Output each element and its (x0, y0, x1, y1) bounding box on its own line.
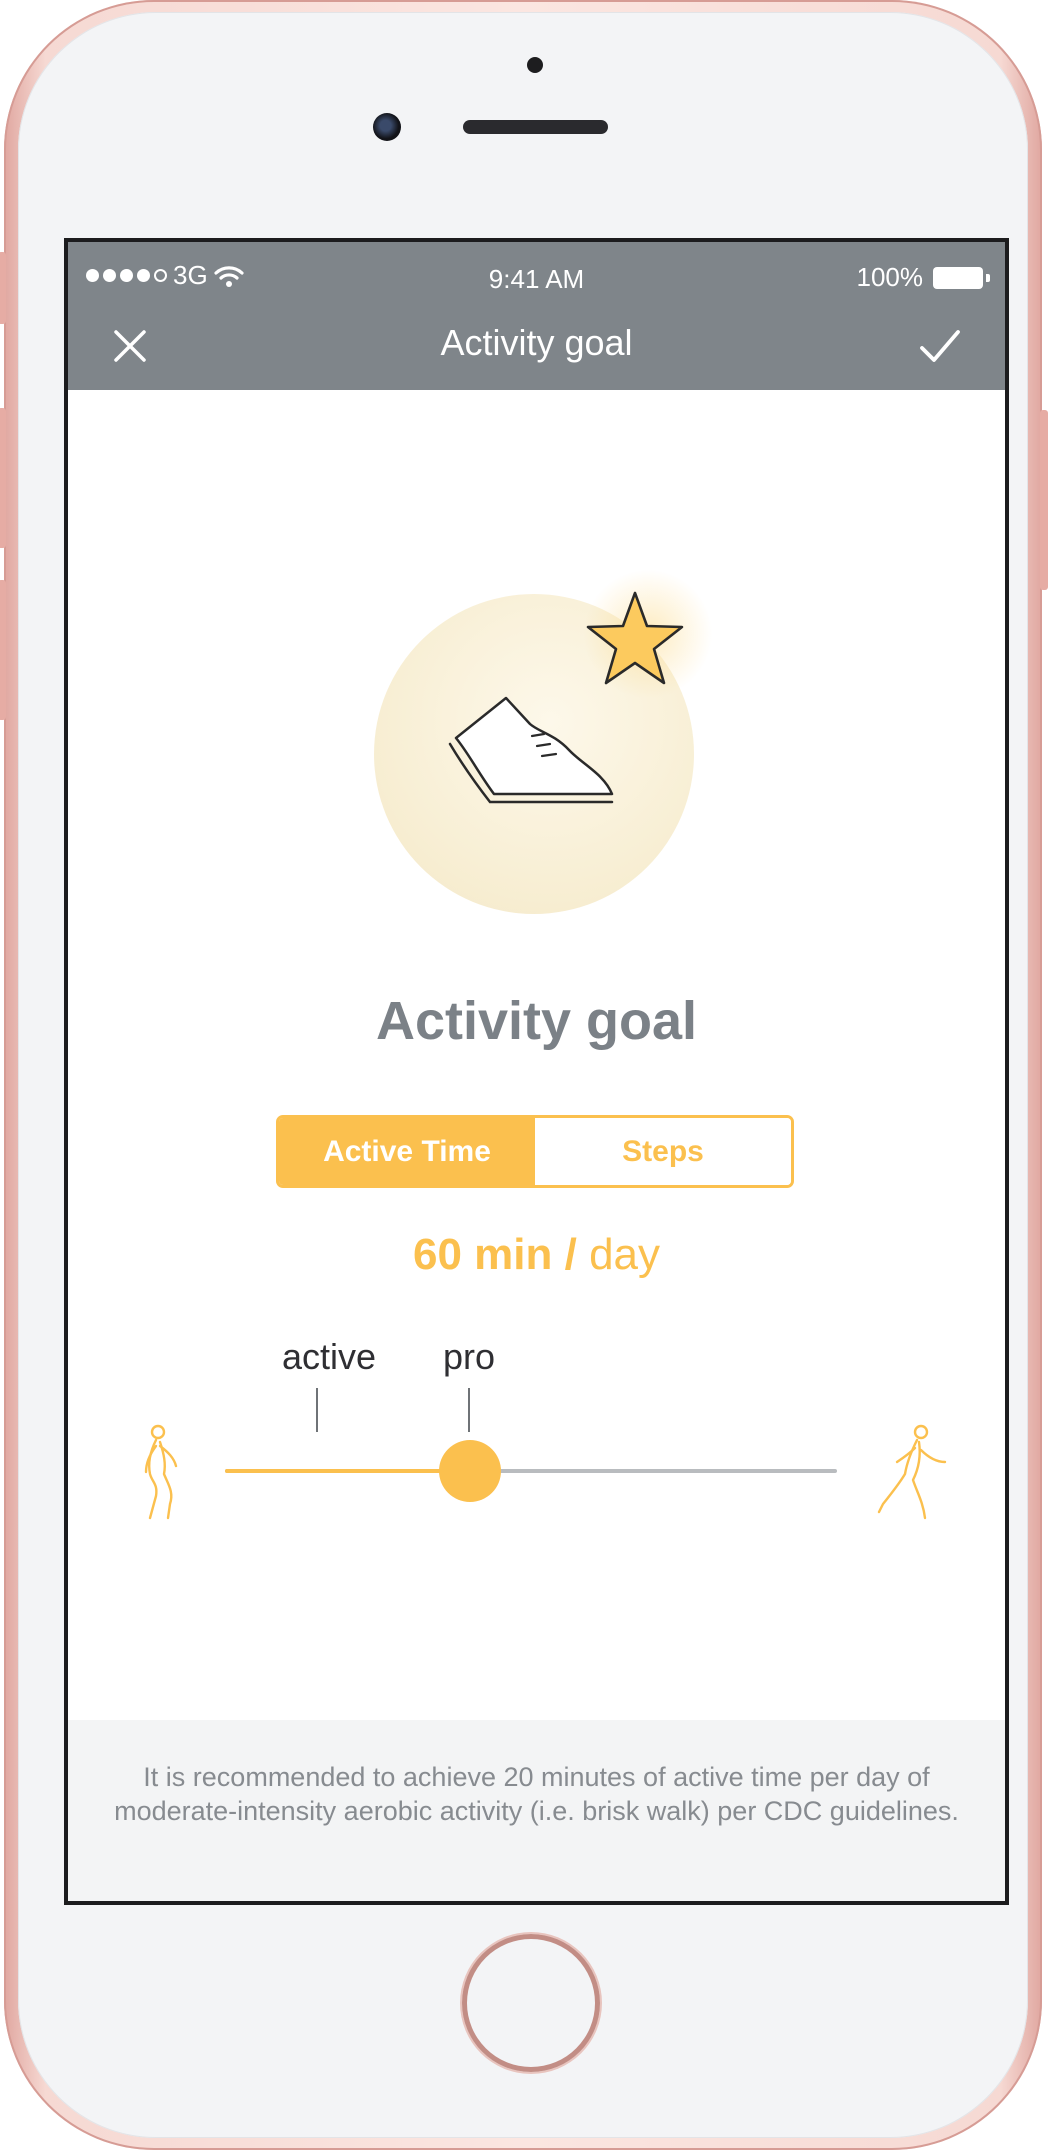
goal-value: 60 min (412, 1230, 553, 1279)
home-button[interactable] (462, 1934, 600, 2072)
app-screen: 3G 9:41 AM 100% Activity goal Activity g… (64, 238, 1009, 1905)
nav-title: Activity goal (440, 322, 633, 363)
power-button (1040, 410, 1048, 590)
goal-unit: day (589, 1230, 661, 1279)
navigation-bar: 3G 9:41 AM 100% Activity goal (68, 242, 1005, 390)
volume-up-button (0, 408, 6, 548)
goal-slider-fill (225, 1469, 470, 1473)
tab-active-time[interactable]: Active Time (279, 1118, 535, 1185)
running-person-icon (877, 1424, 947, 1520)
star-icon (586, 591, 684, 685)
marker-label-active: active (281, 1336, 377, 1377)
volume-down-button (0, 580, 6, 720)
recommendation-text: It is recommended to achieve 20 minutes … (114, 1762, 959, 1826)
battery-icon (933, 266, 990, 289)
marker-tick-active (316, 1388, 318, 1432)
goal-readout: 60 min / day (68, 1230, 1005, 1280)
battery-percent: 100% (856, 262, 924, 292)
page-title: Activity goal (375, 991, 698, 1051)
marker-label-pro: pro (442, 1336, 496, 1377)
goal-slider-thumb[interactable] (438, 1440, 501, 1502)
goal-type-segmented-control: Active Time Steps (276, 1115, 794, 1188)
mute-switch (0, 252, 6, 324)
walking-person-icon (144, 1424, 178, 1520)
checkmark-icon[interactable] (917, 324, 963, 368)
earpiece-speaker (463, 120, 608, 134)
front-camera (373, 113, 401, 141)
goal-slider-track[interactable] (225, 1469, 837, 1473)
proximity-sensor (527, 57, 543, 73)
goal-separator: / (564, 1230, 577, 1279)
marker-tick-pro (468, 1388, 470, 1432)
recommendation-footer: It is recommended to achieve 20 minutes … (68, 1720, 1005, 1901)
tab-steps[interactable]: Steps (535, 1118, 791, 1185)
status-battery: 100% (856, 262, 990, 293)
